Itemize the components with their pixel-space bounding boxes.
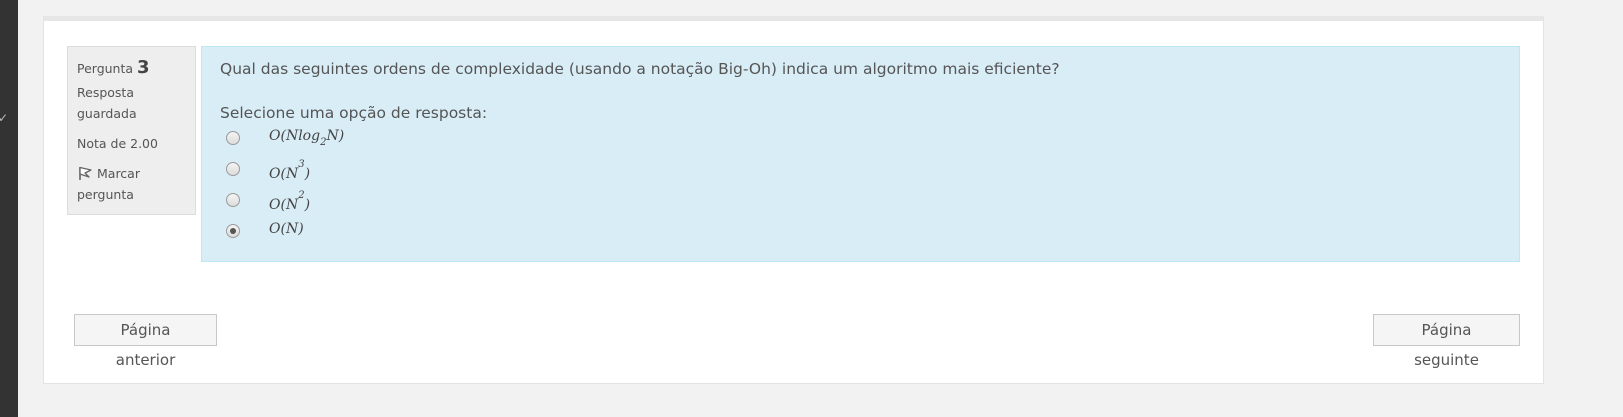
answer-label[interactable]: O(N3) [269,159,310,182]
next-page-button[interactable]: Página seguinte [1373,314,1520,369]
answer-option[interactable]: O(N3) [220,159,1501,190]
answer-label[interactable]: O(Nlog2N) [269,128,344,148]
answer-label[interactable]: O(N) [269,221,304,237]
answer-option[interactable]: O(N2) [220,190,1501,221]
answer-radio[interactable] [226,131,240,145]
previous-page-button[interactable]: Página anterior [74,314,217,369]
flag-icon[interactable] [77,165,93,181]
answer-radio[interactable] [226,193,240,207]
question-number: 3 [137,57,150,78]
question-label: Pergunta [77,61,134,76]
question-number-line: Pergunta 3 [77,57,186,80]
answer-option[interactable]: O(Nlog2N) [220,128,1501,159]
flag-question-toggle[interactable]: Marcar pergunta [77,163,186,205]
question-state: Resposta guardada [77,85,137,121]
answer-prompt: Selecione uma opção de resposta: [220,104,488,122]
question-grade: Nota de 2.00 [77,136,158,151]
answer-options: O(Nlog2N) O(N3) O(N2) O(N) [220,128,1501,252]
answer-radio[interactable] [226,162,240,176]
answer-label[interactable]: O(N2) [269,190,310,213]
question-panel: Qual das seguintes ordens de complexidad… [201,46,1520,262]
checkmark-icon: ✓ [0,111,9,125]
answer-radio[interactable] [226,224,240,238]
answer-option[interactable]: O(N) [220,221,1501,252]
left-sidebar-strip: ✓ [0,0,18,417]
question-info-box: Pergunta 3 Resposta guardada Nota de 2.0… [67,46,196,215]
question-text: Qual das seguintes ordens de complexidad… [220,60,1060,78]
